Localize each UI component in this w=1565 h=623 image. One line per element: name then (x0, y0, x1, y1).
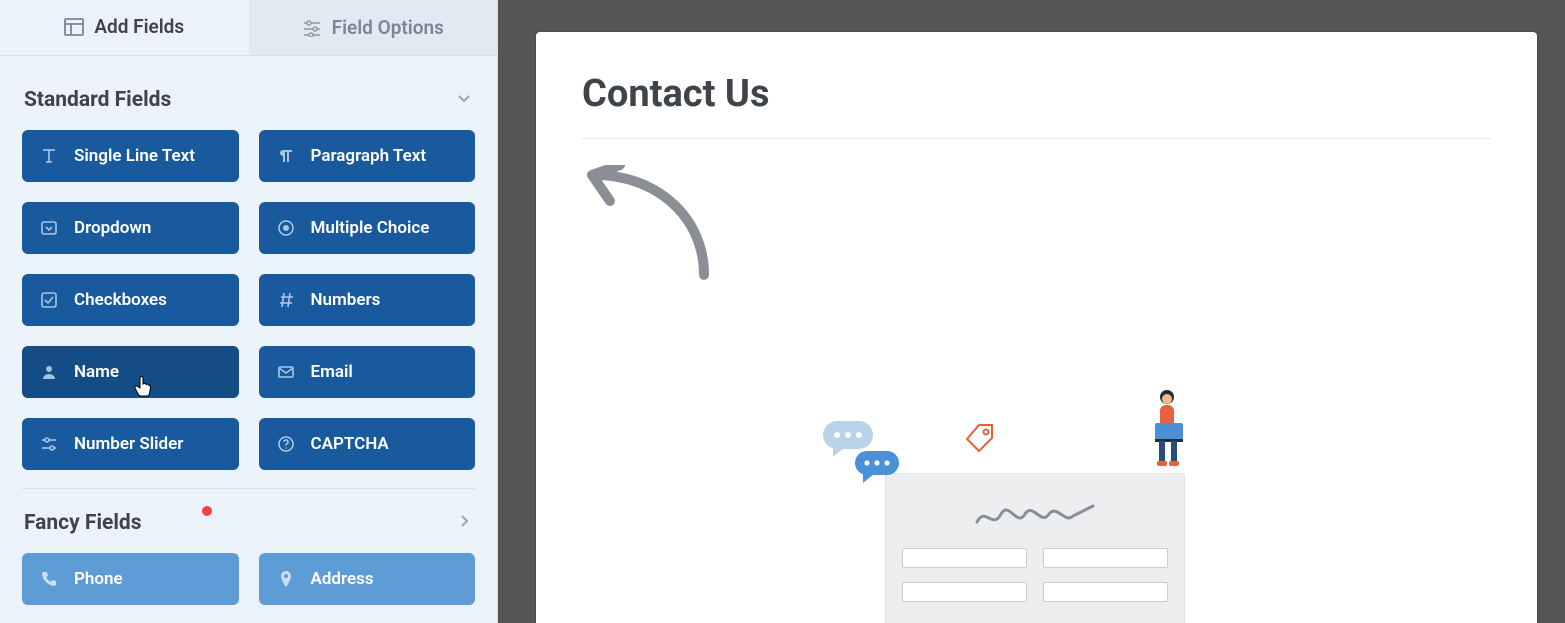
user-icon (38, 361, 60, 383)
new-indicator-dot (202, 506, 212, 516)
field-email[interactable]: Email (259, 346, 476, 398)
hash-icon (275, 289, 297, 311)
field-multiple-choice[interactable]: Multiple Choice (259, 202, 476, 254)
field-label: Paragraph Text (311, 146, 427, 166)
sidebar-tabs: Add Fields Field Options (0, 0, 497, 56)
phone-icon (38, 568, 60, 590)
field-label: CAPTCHA (311, 434, 389, 454)
group-separator (22, 488, 475, 489)
chevron-down-icon (455, 89, 473, 111)
field-single-line-text[interactable]: Single Line Text (22, 130, 239, 182)
chevron-right-icon (455, 512, 473, 534)
pin-icon (275, 568, 297, 590)
field-number-slider[interactable]: Number Slider (22, 418, 239, 470)
field-address[interactable]: Address (259, 553, 476, 605)
group-standard-title: Standard Fields (24, 88, 171, 112)
fancy-fields-grid: Phone Address (22, 553, 475, 605)
field-label: Name (74, 362, 119, 382)
field-label: Checkboxes (74, 290, 167, 310)
mail-icon (275, 361, 297, 383)
field-dropdown[interactable]: Dropdown (22, 202, 239, 254)
field-label: Single Line Text (74, 146, 195, 166)
drop-hint-arrow-icon (584, 165, 1491, 289)
group-fancy: Fancy Fields Phone Address (22, 507, 475, 605)
field-captcha[interactable]: CAPTCHA (259, 418, 476, 470)
tab-add-fields-label: Add Fields (94, 15, 184, 38)
checkbox-icon (38, 289, 60, 311)
fields-panel: Standard Fields Single Line Text Paragra… (0, 56, 497, 623)
field-label: Multiple Choice (311, 218, 430, 238)
form-title: Contact Us (582, 72, 1491, 139)
field-label: Email (311, 362, 353, 382)
help-icon (275, 433, 297, 455)
dropdown-icon (38, 217, 60, 239)
field-name[interactable]: Name (22, 346, 239, 398)
field-label: Dropdown (74, 218, 151, 238)
form-preview[interactable]: Contact Us (536, 32, 1537, 623)
group-fancy-title: Fancy Fields (24, 511, 142, 535)
field-label: Address (311, 569, 374, 589)
tab-field-options-label: Field Options (332, 16, 444, 39)
field-numbers[interactable]: Numbers (259, 274, 476, 326)
field-label: Number Slider (74, 434, 183, 454)
form-builder: Add Fields Field Options Standard Fields (0, 0, 1565, 623)
group-fancy-header[interactable]: Fancy Fields (22, 507, 475, 553)
scribble-icon (975, 502, 1095, 536)
tab-add-fields[interactable]: Add Fields (0, 0, 249, 55)
standard-fields-grid: Single Line Text Paragraph Text Dropdown… (22, 130, 475, 470)
group-standard-header[interactable]: Standard Fields (22, 74, 475, 130)
sliders-icon (302, 18, 322, 38)
group-standard: Standard Fields Single Line Text Paragra… (22, 74, 475, 489)
illus-form-card (885, 473, 1185, 623)
tab-field-options[interactable]: Field Options (249, 0, 498, 55)
radio-icon (275, 217, 297, 239)
grid-icon (64, 17, 84, 37)
field-checkboxes[interactable]: Checkboxes (22, 274, 239, 326)
text-icon (38, 145, 60, 167)
canvas-wrap: Contact Us (498, 0, 1565, 623)
empty-state-illustration (827, 433, 1247, 623)
field-paragraph-text[interactable]: Paragraph Text (259, 130, 476, 182)
field-label: Phone (74, 569, 123, 589)
field-phone[interactable]: Phone (22, 553, 239, 605)
sidebar: Add Fields Field Options Standard Fields (0, 0, 498, 623)
paragraph-icon (275, 145, 297, 167)
chat-bubble-icon (855, 451, 899, 487)
slider-icon (38, 433, 60, 455)
cursor-hand-icon (134, 376, 152, 403)
field-label: Numbers (311, 290, 381, 310)
person-with-laptop-icon (1141, 389, 1197, 473)
tag-icon (965, 423, 995, 457)
